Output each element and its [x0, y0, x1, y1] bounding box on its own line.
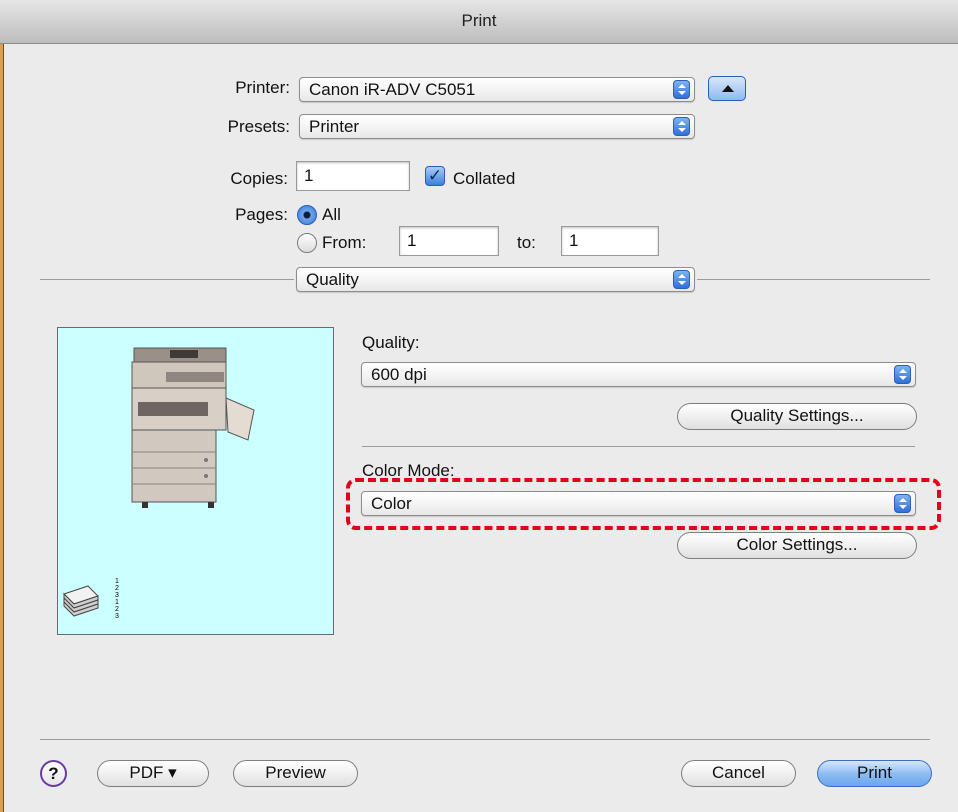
collated-label: Collated	[453, 169, 516, 188]
checkmark-icon: ✓	[427, 166, 443, 185]
help-button[interactable]: ?	[40, 760, 67, 787]
copies-label: Copies:	[230, 169, 288, 188]
paper-stack-icon	[63, 585, 99, 617]
popup-arrows-icon	[894, 365, 911, 384]
printer-label: Printer:	[235, 78, 290, 97]
quality-select[interactable]: 600 dpi	[361, 362, 916, 387]
section-separator	[362, 446, 915, 447]
title-bar: Print	[0, 0, 958, 44]
printer-preview: 1 2 3 1 2 3	[57, 327, 334, 635]
highlight-annotation	[346, 478, 941, 530]
pdf-button[interactable]: PDF ▾	[97, 760, 209, 787]
quality-settings-button[interactable]: Quality Settings...	[677, 403, 917, 430]
separator-left	[40, 279, 294, 280]
color-settings-button[interactable]: Color Settings...	[677, 532, 917, 559]
page-order-label: 2	[115, 606, 119, 613]
page-order-label: 1	[115, 599, 119, 606]
presets-label: Presets:	[227, 117, 290, 136]
page-order-labels: 1 2 3 1 2 3	[115, 578, 123, 620]
printer-value: Canon iR-ADV C5051	[309, 80, 476, 99]
page-order-label: 1	[115, 578, 119, 585]
disclosure-button[interactable]	[708, 76, 746, 101]
presets-value: Printer	[309, 117, 360, 136]
panel-value: Quality	[306, 270, 359, 289]
panel-select[interactable]: Quality	[296, 267, 695, 292]
pages-from-field[interactable]: 1	[399, 226, 499, 256]
copies-field[interactable]: 1	[296, 161, 410, 191]
printer-image	[63, 347, 255, 617]
footer-separator	[40, 739, 930, 740]
pages-all-label: All	[322, 205, 341, 224]
pages-from-label: From:	[322, 233, 367, 252]
print-button[interactable]: Print	[817, 760, 932, 787]
pages-to-label: to:	[517, 233, 536, 252]
pages-all-radio[interactable]	[297, 205, 317, 225]
quality-value: 600 dpi	[371, 365, 427, 384]
popup-arrows-icon	[673, 270, 690, 289]
preview-button[interactable]: Preview	[233, 760, 358, 787]
popup-arrows-icon	[673, 80, 690, 99]
popup-arrows-icon	[673, 117, 690, 136]
triangle-up-icon	[722, 85, 734, 92]
pages-label: Pages:	[235, 205, 288, 224]
pages-to-field[interactable]: 1	[561, 226, 659, 256]
presets-select[interactable]: Printer	[299, 114, 695, 139]
window-title: Print	[461, 11, 497, 30]
page-order-label: 3	[115, 592, 119, 599]
page-order-label: 2	[115, 585, 119, 592]
pages-from-radio[interactable]	[297, 233, 317, 253]
cancel-button[interactable]: Cancel	[681, 760, 796, 787]
printer-select[interactable]: Canon iR-ADV C5051	[299, 77, 695, 102]
collated-checkbox[interactable]: ✓	[425, 166, 445, 186]
page-order-label: 3	[115, 613, 119, 620]
left-window-edge-shadow	[3, 44, 4, 812]
separator-right	[697, 279, 930, 280]
quality-label: Quality:	[362, 333, 420, 352]
